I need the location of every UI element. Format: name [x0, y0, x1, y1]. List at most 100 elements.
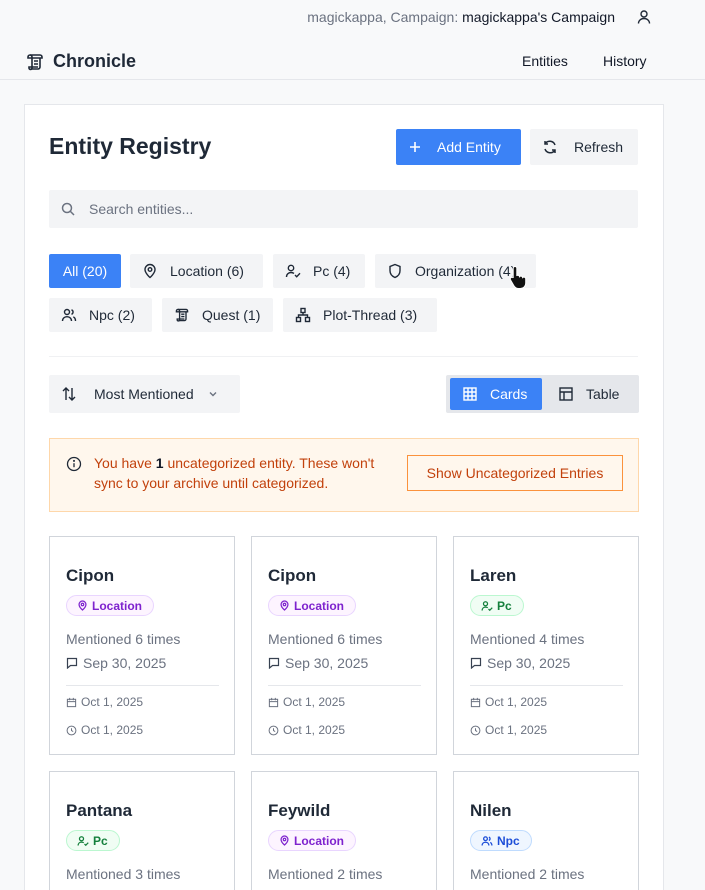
calendar-icon	[470, 697, 481, 707]
nav-link-history[interactable]: History	[603, 53, 647, 69]
section-divider	[49, 356, 638, 357]
show-uncategorized-button[interactable]: Show Uncategorized Entries	[407, 455, 623, 491]
network-icon	[295, 307, 311, 323]
table-icon	[559, 387, 573, 401]
add-entity-label: Add Entity	[437, 139, 501, 155]
entity-type-badge: Pc	[66, 830, 120, 851]
grid-icon	[463, 387, 477, 401]
page-title: Entity Registry	[49, 133, 212, 159]
refresh-button[interactable]: Refresh	[530, 129, 638, 165]
entity-type-badge: Location	[268, 830, 356, 851]
calendar-icon	[268, 697, 279, 707]
filter-location[interactable]: Location (6)	[130, 254, 263, 288]
refresh-label: Refresh	[574, 139, 624, 155]
top-context-bar: magickappa, Campaign: magickappa's Campa…	[0, 0, 705, 34]
search-box	[49, 190, 638, 228]
entity-updated: Oct 1, 2025	[470, 723, 547, 737]
entity-created: Oct 1, 2025	[470, 695, 547, 709]
alert-prefix: You have	[94, 455, 156, 471]
entity-last-mentioned-date: Sep 30, 2025	[487, 655, 571, 671]
message-square-icon	[268, 657, 280, 669]
entity-type-label: Location	[92, 598, 142, 613]
filter-all-label: All (20)	[62, 263, 108, 279]
pointer-cursor-icon	[509, 265, 527, 289]
view-table-button[interactable]: Table	[546, 378, 636, 410]
entity-name: Cipon	[268, 566, 317, 585]
entity-mentions: Mentioned 6 times	[66, 631, 181, 647]
user-check-icon	[481, 600, 493, 611]
map-pin-icon	[78, 600, 87, 611]
entity-mentions: Mentioned 2 times	[268, 866, 383, 882]
entity-last-mentioned: Sep 30, 2025	[66, 655, 166, 671]
search-icon	[61, 202, 75, 216]
calendar-icon	[66, 697, 77, 707]
entity-updated-date: Oct 1, 2025	[485, 723, 548, 737]
filter-location-label: Location (6)	[170, 263, 244, 279]
sort-dropdown[interactable]: Most Mentioned	[49, 375, 240, 413]
sort-label: Most Mentioned	[94, 386, 194, 402]
user-check-icon	[285, 264, 301, 278]
card-divider	[268, 685, 421, 686]
main-navigation: Chronicle Entities History	[0, 42, 705, 80]
entity-type-badge: Location	[66, 595, 154, 616]
users-icon	[61, 308, 77, 322]
brand-name: Chronicle	[53, 51, 137, 71]
plus-icon	[410, 142, 420, 152]
map-pin-icon	[144, 263, 156, 279]
brand[interactable]: Chronicle	[25, 51, 136, 72]
entity-updated-date: Oct 1, 2025	[283, 723, 346, 737]
entity-card[interactable]: Cipon Location Mentioned 6 times Sep 30,…	[251, 536, 437, 755]
filter-pc[interactable]: Pc (4)	[273, 254, 365, 288]
entity-type-label: Location	[294, 833, 344, 848]
entity-last-mentioned: Sep 30, 2025	[470, 655, 570, 671]
entity-mentions: Mentioned 2 times	[470, 866, 585, 882]
map-pin-icon	[280, 600, 289, 611]
filter-organization-label: Organization (4)	[415, 263, 516, 279]
filter-quest-label: Quest (1)	[202, 307, 261, 323]
clock-icon	[66, 725, 77, 735]
entity-created: Oct 1, 2025	[66, 695, 143, 709]
entity-mentions: Mentioned 4 times	[470, 631, 585, 647]
entity-type-badge: Pc	[470, 595, 524, 616]
clock-icon	[268, 725, 279, 735]
entity-type-badge: Npc	[470, 830, 532, 851]
filter-plot-thread[interactable]: Plot-Thread (3)	[283, 298, 437, 332]
campaign-name[interactable]: magickappa's Campaign	[462, 9, 615, 25]
message-square-icon	[470, 657, 482, 669]
clock-icon	[470, 725, 481, 735]
entity-created-date: Oct 1, 2025	[283, 695, 346, 709]
entity-last-mentioned-date: Sep 30, 2025	[83, 655, 167, 671]
entity-last-mentioned-date: Sep 30, 2025	[285, 655, 369, 671]
entity-name: Feywild	[268, 801, 331, 820]
view-cards-button[interactable]: Cards	[450, 378, 542, 410]
add-entity-button[interactable]: Add Entity	[396, 129, 521, 165]
filter-npc[interactable]: Npc (2)	[49, 298, 152, 332]
entity-card[interactable]: Feywild Location Mentioned 2 times	[251, 771, 437, 890]
filter-all[interactable]: All (20)	[49, 254, 121, 288]
entity-type-badge: Location	[268, 595, 356, 616]
alert-count: 1	[155, 455, 164, 471]
entity-card[interactable]: Laren Pc Mentioned 4 times Sep 30, 2025 …	[453, 536, 639, 755]
filter-pc-label: Pc (4)	[313, 263, 351, 279]
filter-plot-thread-label: Plot-Thread (3)	[323, 307, 418, 323]
entity-card[interactable]: Nilen Npc Mentioned 2 times	[453, 771, 639, 890]
entity-updated: Oct 1, 2025	[66, 723, 143, 737]
entity-type-label: Pc	[93, 833, 108, 848]
search-input[interactable]	[89, 190, 629, 228]
entity-card[interactable]: Cipon Location Mentioned 6 times Sep 30,…	[49, 536, 235, 755]
nav-link-entities[interactable]: Entities	[522, 53, 568, 69]
user-icon[interactable]	[636, 9, 652, 25]
card-divider	[470, 685, 623, 686]
entity-last-mentioned: Sep 30, 2025	[268, 655, 368, 671]
uncategorized-alert: You have 1 uncategorized entity. These w…	[49, 438, 639, 512]
entity-card[interactable]: Pantana Pc Mentioned 3 times	[49, 771, 235, 890]
user-check-icon	[77, 835, 89, 846]
scroll-icon	[175, 308, 189, 322]
entity-created-date: Oct 1, 2025	[485, 695, 548, 709]
filter-quest[interactable]: Quest (1)	[162, 298, 273, 332]
view-table-label: Table	[586, 386, 620, 402]
entity-mentions: Mentioned 3 times	[66, 866, 181, 882]
filter-npc-label: Npc (2)	[89, 307, 135, 323]
users-icon	[481, 835, 493, 846]
info-icon	[66, 456, 82, 472]
